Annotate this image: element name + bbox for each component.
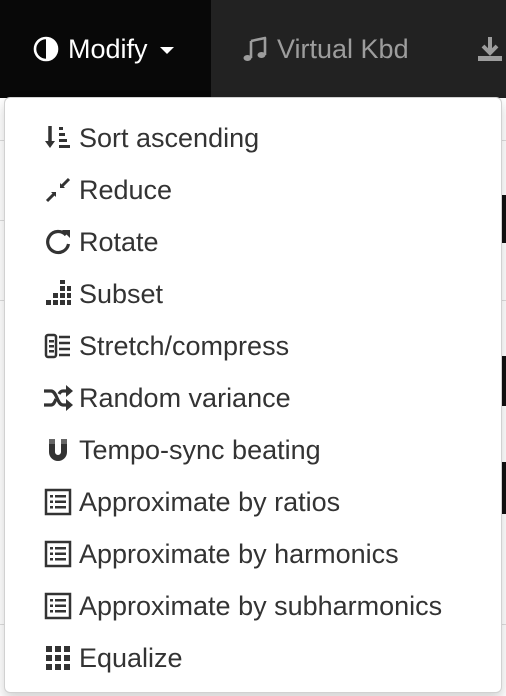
menu-item-subset[interactable]: Subset (5, 268, 501, 320)
download-icon (476, 35, 504, 63)
background-panel (502, 462, 506, 514)
modify-dropdown-menu: Sort ascending Reduce Rotate Subset Stre… (4, 97, 502, 693)
rotate-icon (43, 227, 73, 257)
menu-item-label: Random variance (79, 382, 291, 413)
menu-item-label: Reduce (79, 174, 173, 205)
stretch-icon (43, 331, 73, 361)
chevron-down-icon (159, 46, 174, 54)
menu-item-label: Approximate by subharmonics (79, 590, 443, 621)
list-alt-icon (43, 539, 73, 569)
top-navbar: Modify Virtual Kbd (0, 0, 506, 98)
grid-icon (43, 643, 73, 673)
nav-modify-dropdown[interactable]: Modify (0, 0, 211, 98)
subset-icon (43, 279, 73, 309)
menu-item-label: Equalize (79, 642, 183, 673)
list-alt-icon (43, 591, 73, 621)
sort-ascending-icon (43, 123, 73, 153)
nav-virtual-kbd[interactable]: Virtual Kbd (211, 0, 409, 98)
nav-download[interactable] (474, 0, 506, 98)
menu-item-rotate[interactable]: Rotate (5, 216, 501, 268)
menu-item-label: Sort ascending (79, 122, 260, 153)
nav-modify-label: Modify (68, 33, 148, 64)
menu-item-label: Rotate (79, 226, 159, 257)
shuffle-icon (43, 383, 73, 413)
menu-item-approximate-subharmonics[interactable]: Approximate by subharmonics (5, 580, 501, 632)
compress-arrows-icon (43, 175, 73, 205)
background-panel (502, 356, 506, 406)
menu-item-approximate-harmonics[interactable]: Approximate by harmonics (5, 528, 501, 580)
menu-item-label: Stretch/compress (79, 330, 290, 361)
adjust-icon (32, 35, 60, 63)
list-alt-icon (43, 487, 73, 517)
menu-item-equalize[interactable]: Equalize (5, 632, 501, 684)
menu-item-label: Subset (79, 278, 164, 309)
menu-item-label: Approximate by harmonics (79, 538, 399, 569)
menu-item-label: Approximate by ratios (79, 486, 341, 517)
magnet-icon (43, 435, 73, 465)
menu-item-reduce[interactable]: Reduce (5, 164, 501, 216)
menu-item-stretch-compress[interactable]: Stretch/compress (5, 320, 501, 372)
background-panel (502, 195, 506, 243)
menu-item-approximate-ratios[interactable]: Approximate by ratios (5, 476, 501, 528)
menu-item-sort-ascending[interactable]: Sort ascending (5, 112, 501, 164)
menu-item-tempo-sync-beating[interactable]: Tempo-sync beating (5, 424, 501, 476)
music-icon (241, 35, 269, 63)
nav-virtual-kbd-label: Virtual Kbd (277, 33, 409, 64)
menu-item-random-variance[interactable]: Random variance (5, 372, 501, 424)
menu-item-label: Tempo-sync beating (79, 434, 321, 465)
